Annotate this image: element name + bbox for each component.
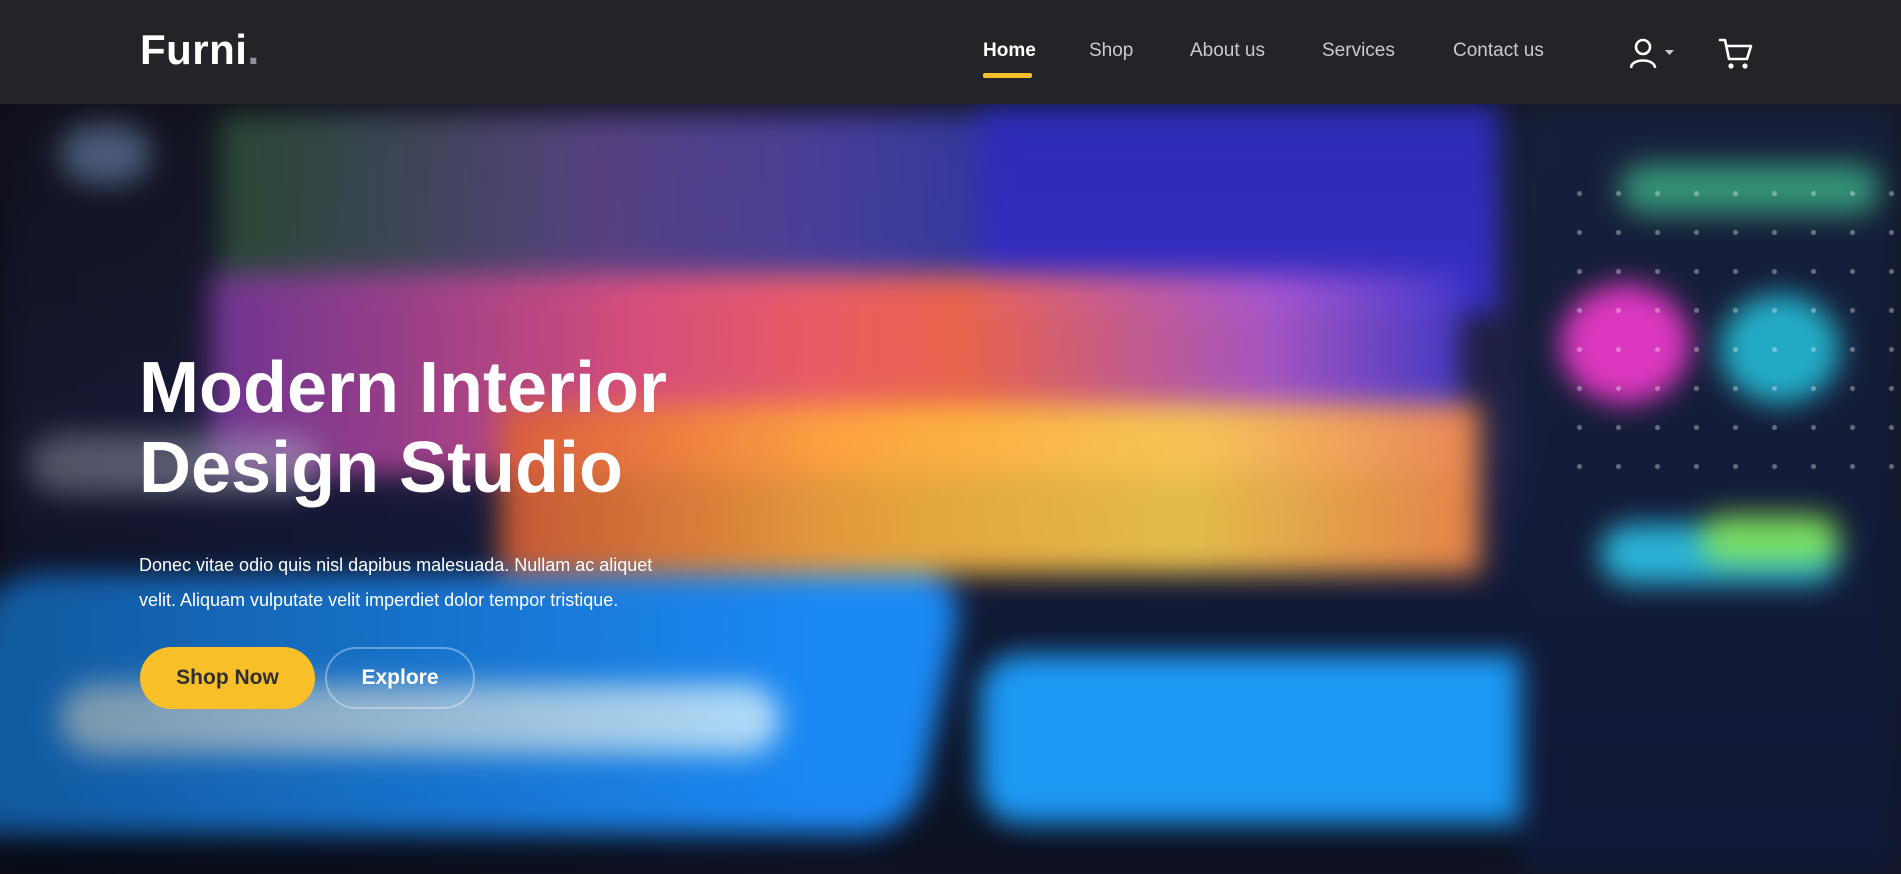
nav-link-about[interactable]: About us (1190, 40, 1265, 62)
active-nav-indicator (983, 73, 1032, 78)
hero-description-line-1: Donec vitae odio quis nisl dapibus males… (139, 555, 653, 575)
brand-logo[interactable]: Furni. (140, 26, 260, 74)
cart-button[interactable] (1718, 36, 1754, 72)
cart-icon (1718, 38, 1753, 69)
hero-title-line-1: Modern Interior (139, 348, 668, 428)
dot-pattern-decoration (1560, 174, 1900, 494)
hero-description: Donec vitae odio quis nisl dapibus males… (139, 548, 699, 618)
brand-name: Furni (140, 26, 248, 73)
hero-description-line-2: velit. Aliquam vulputate velit imperdiet… (139, 590, 619, 610)
user-menu-button[interactable] (1629, 38, 1678, 72)
caret-down-icon (1665, 50, 1674, 55)
hero-title: Modern Interior Design Studio (139, 348, 839, 508)
brand-dot: . (247, 26, 260, 73)
hero-title-line-2: Design Studio (139, 428, 623, 508)
hero-section: Modern Interior Design Studio Donec vita… (0, 104, 1901, 874)
nav-link-services[interactable]: Services (1322, 40, 1395, 62)
nav-link-contact[interactable]: Contact us (1453, 40, 1544, 62)
user-icon (1629, 38, 1674, 69)
nav-link-home[interactable]: Home (983, 40, 1036, 62)
explore-button[interactable]: Explore (325, 647, 475, 709)
navbar: Furni. Home Shop About us Services Conta… (0, 0, 1901, 104)
nav-link-shop[interactable]: Shop (1089, 40, 1133, 62)
shop-now-button[interactable]: Shop Now (140, 647, 315, 709)
